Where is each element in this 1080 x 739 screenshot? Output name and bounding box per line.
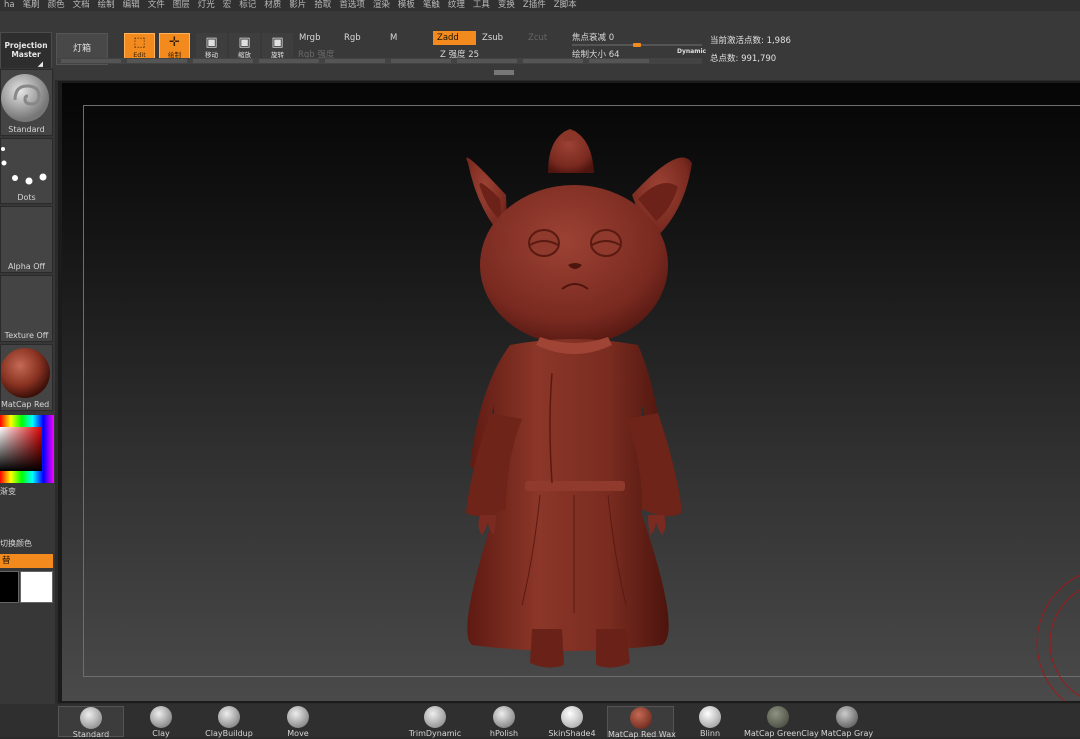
matcap-red-wax-icon [1, 348, 50, 398]
active-points-count: 当前激活点数: 1,986 [710, 36, 791, 46]
color-saturation-square[interactable] [0, 427, 42, 471]
slider-knob[interactable] [633, 43, 641, 47]
rgb-toggle[interactable]: Rgb [340, 31, 386, 45]
shelf-material-blinn[interactable]: Blinn [686, 706, 734, 738]
menu-item-file[interactable]: 文件 [144, 0, 169, 11]
standard-brush-icon [80, 707, 102, 729]
zsub-toggle[interactable]: Zsub [478, 31, 522, 45]
switch-color-button[interactable]: 切换颜色 [0, 538, 32, 549]
brush-selector[interactable]: Standard [0, 69, 53, 136]
menu-item[interactable]: ha [0, 0, 19, 11]
move-brush-icon [287, 706, 309, 728]
top-toolbar: Projection Master ◢ 灯箱 ⬚ Edit ✛ 绘制 ▣ 移动 … [0, 11, 1080, 80]
toolbar-divider [57, 58, 702, 64]
move-icon: ▣ [205, 35, 218, 50]
dynamic-toggle[interactable]: Dynamic [677, 48, 706, 55]
menu-bar: ha 笔刷 颜色 文档 绘制 编辑 文件 图层 灯光 宏 标记 材质 影片 拾取… [0, 0, 1080, 11]
bottom-shelf: Standard Clay ClayBuildup Move TrimDynam… [0, 704, 1080, 739]
sculpt-model[interactable] [62, 83, 1080, 701]
menu-item-tool[interactable]: 工具 [469, 0, 494, 11]
menu-item-zscript[interactable]: Z脚本 [550, 0, 581, 11]
menu-item-draw[interactable]: 绘制 [94, 0, 119, 11]
menu-item-layer[interactable]: 图层 [169, 0, 194, 11]
shelf-material-matcap-gray[interactable]: MatCap Gray [818, 706, 876, 738]
shelf-scroll-handle[interactable] [494, 70, 514, 75]
menu-item-color[interactable]: 颜色 [44, 0, 69, 11]
matcap-gray-icon [836, 706, 858, 728]
texture-selector[interactable]: Texture Off [0, 275, 53, 342]
scale-icon: ▣ [238, 35, 251, 50]
shelf-material-matcap-red-wax[interactable]: MatCap Red Wax [607, 706, 676, 739]
menu-item-picker[interactable]: 拾取 [310, 0, 335, 11]
draw-icon: ✛ [169, 35, 180, 50]
total-points-count: 总点数: 991,790 [710, 54, 777, 64]
hpolish-brush-icon [493, 706, 515, 728]
claybuildup-brush-icon [218, 706, 240, 728]
menu-item-edit[interactable]: 编辑 [119, 0, 144, 11]
shelf-brush-move[interactable]: Move [272, 706, 324, 738]
alternate-color-button[interactable]: 替 [0, 554, 53, 568]
matcap-red-wax-icon [629, 707, 652, 729]
stroke-selector[interactable]: Dots [0, 138, 53, 204]
clay-brush-icon [150, 706, 172, 728]
alpha-selector[interactable]: Alpha Off [0, 206, 53, 273]
m-toggle[interactable]: M [386, 31, 432, 45]
zadd-toggle[interactable]: Zadd [433, 31, 476, 45]
blinn-material-icon [699, 706, 721, 728]
gradient-label: 渐变 [0, 487, 16, 496]
shelf-brush-trimdynamic[interactable]: TrimDynamic [404, 706, 466, 738]
menu-item-stencil[interactable]: 模板 [394, 0, 419, 11]
menu-item-light[interactable]: 灯光 [194, 0, 219, 11]
document-canvas[interactable] [62, 83, 1080, 701]
left-tray: Standard Dots Alpha Off Texture Off MatC… [0, 68, 55, 737]
color-picker[interactable] [0, 415, 54, 483]
material-selector[interactable]: MatCap Red Wax [0, 344, 53, 411]
menu-item-stroke[interactable]: 笔触 [419, 0, 444, 11]
menu-item-macro[interactable]: 宏 [219, 0, 236, 11]
edit-icon: ⬚ [133, 35, 146, 50]
menu-item-movie[interactable]: 影片 [285, 0, 310, 11]
menu-item-brush[interactable]: 笔刷 [19, 0, 44, 11]
rotate-icon: ▣ [271, 35, 284, 50]
menu-item-transform[interactable]: 变换 [494, 0, 519, 11]
shelf-brush-claybuildup[interactable]: ClayBuildup [198, 706, 260, 738]
secondary-color-swatch[interactable] [20, 571, 53, 603]
shelf-brush-clay[interactable]: Clay [136, 706, 186, 738]
matcap-greenclay-icon [767, 706, 789, 728]
standard-brush-icon [1, 74, 49, 122]
menu-item-zplugin[interactable]: Z插件 [519, 0, 550, 11]
trimdynamic-brush-icon [424, 706, 446, 728]
shelf-material-skinshade4[interactable]: SkinShade4 [542, 706, 602, 738]
dots-stroke-icon [1, 147, 47, 185]
menu-item-marker[interactable]: 标记 [235, 0, 260, 11]
menu-item-document[interactable]: 文档 [69, 0, 94, 11]
menu-item-preferences[interactable]: 首选项 [335, 0, 369, 11]
zcut-toggle[interactable]: Zcut [524, 31, 568, 45]
shelf-material-matcap-greenclay[interactable]: MatCap GreenClay [744, 706, 819, 738]
menu-item-material[interactable]: 材质 [260, 0, 285, 11]
shelf-brush-hpolish[interactable]: hPolish [478, 706, 530, 738]
focal-shift-slider[interactable]: 焦点衰减 0 [572, 32, 702, 47]
menu-item-render[interactable]: 渲染 [369, 0, 394, 11]
mrgb-toggle[interactable]: Mrgb [295, 31, 343, 45]
skinshade4-material-icon [561, 706, 583, 728]
shelf-brush-standard[interactable]: Standard [58, 706, 124, 739]
menu-item-texture[interactable]: 纹理 [444, 0, 469, 11]
main-color-swatch[interactable] [0, 571, 19, 603]
